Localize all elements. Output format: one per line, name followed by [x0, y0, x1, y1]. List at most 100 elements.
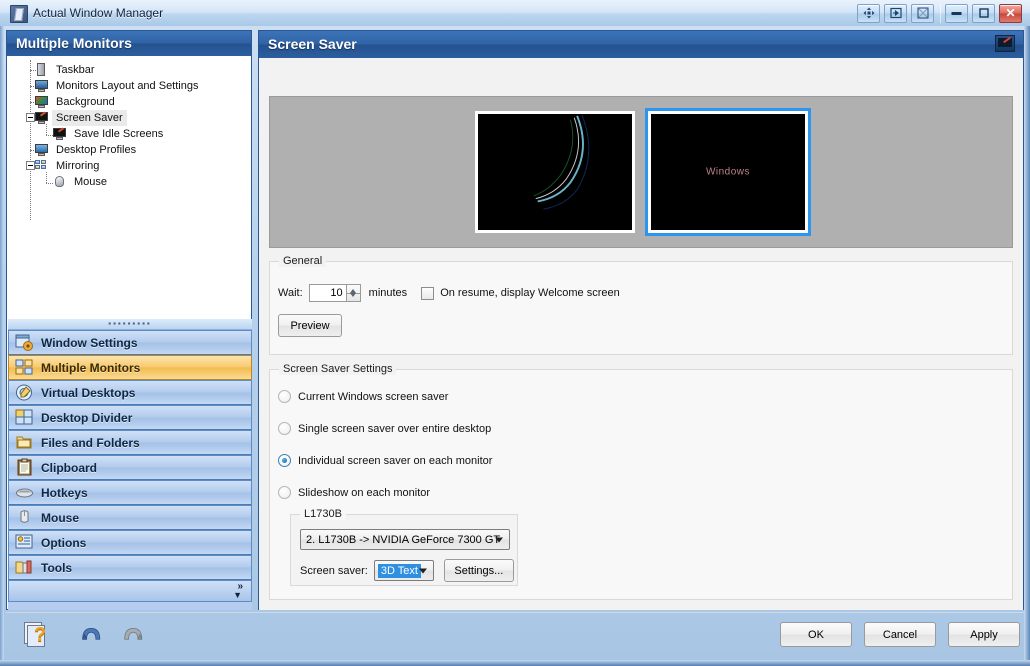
window-border-bottom: [0, 660, 1030, 666]
screen-saver-select-value: 3D Text: [377, 563, 421, 578]
ok-button[interactable]: OK: [780, 622, 852, 647]
radio-button[interactable]: [278, 486, 291, 499]
tree-item-monitors-layout[interactable]: Monitors Layout and Settings: [8, 78, 250, 94]
title-bar: Actual Window Manager ▬ ✕: [0, 0, 1030, 26]
taskbar-icon: [34, 62, 50, 78]
sidebar-item-multiple-monitors[interactable]: Multiple Monitors: [8, 355, 252, 380]
extra-caption-buttons: [857, 3, 941, 23]
tree-item-mirroring[interactable]: Mirroring: [8, 158, 250, 174]
radio-current-windows-screen-saver[interactable]: Current Windows screen saver: [278, 390, 448, 403]
options-icon: [15, 533, 34, 552]
tree-item-taskbar[interactable]: Taskbar: [8, 62, 250, 78]
window-settings-icon: [15, 333, 34, 352]
general-group: General Wait: minutes On resume, display…: [269, 255, 1013, 355]
nav-splitter-handle[interactable]: ▪▪▪▪▪▪▪▪▪: [8, 319, 252, 330]
sidebar-item-clipboard[interactable]: Clipboard: [8, 455, 252, 480]
window-title: Actual Window Manager: [33, 6, 164, 20]
dialog-buttons: OK Cancel Apply: [780, 622, 1020, 647]
settings-tree[interactable]: Taskbar Monitors Layout and Settings Bac…: [8, 57, 250, 318]
background-icon: [34, 94, 50, 110]
cancel-button[interactable]: Cancel: [864, 622, 936, 647]
desktop-profiles-icon: [34, 142, 50, 158]
close-button[interactable]: ✕: [999, 3, 1022, 23]
screensaver-icon: [52, 126, 68, 142]
welcome-screen-checkbox[interactable]: [421, 286, 435, 300]
chevron-down-icon: [418, 568, 427, 573]
radio-single-screen-saver[interactable]: Single screen saver over entire desktop: [278, 422, 491, 435]
sidebar-item-desktop-divider[interactable]: Desktop Divider: [8, 405, 252, 430]
undo-arrow-glyph: [82, 627, 101, 640]
sidebar-item-window-settings[interactable]: Window Settings: [8, 330, 252, 355]
monitors-preview-area[interactable]: Windows: [269, 96, 1013, 248]
move-to-monitor-button[interactable]: [857, 3, 880, 23]
ribbons-screensaver-graphic: [533, 114, 590, 210]
gripper-dots: ▪▪▪▪▪▪▪▪▪: [108, 319, 152, 328]
transparency-button[interactable]: [911, 3, 934, 23]
tree-item-mouse[interactable]: Mouse: [8, 172, 250, 190]
sidebar-item-label: Window Settings: [41, 335, 138, 350]
radio-individual-screen-saver[interactable]: Individual screen saver on each monitor: [278, 454, 492, 467]
undo-icon[interactable]: [78, 620, 106, 648]
tree-item-label: Monitors Layout and Settings: [56, 80, 199, 92]
desktop-divider-icon: [15, 408, 34, 427]
multiple-monitors-icon: [15, 358, 34, 377]
tree-item-background[interactable]: Background: [8, 94, 250, 110]
sidebar-item-files-and-folders[interactable]: Files and Folders: [8, 430, 252, 455]
monitor-select[interactable]: 2. L1730B -> NVIDIA GeForce 7300 GT: [300, 529, 510, 550]
minimize-button[interactable]: ▬: [945, 3, 968, 23]
tree-item-desktop-profiles[interactable]: Desktop Profiles: [8, 142, 250, 158]
apply-button[interactable]: Apply: [948, 622, 1020, 647]
monitor-select-value: 2. L1730B -> NVIDIA GeForce 7300 GT: [306, 533, 501, 546]
redo-icon[interactable]: [120, 620, 148, 648]
tools-icon: [15, 558, 34, 577]
minimize-icon: ▬: [951, 7, 962, 18]
monitor-settings-icon: [34, 78, 50, 94]
mirroring-icon: [34, 158, 50, 174]
content-header: Screen Saver: [259, 31, 1023, 58]
sidebar-item-virtual-desktops[interactable]: Virtual Desktops: [8, 380, 252, 405]
preview-button[interactable]: Preview: [278, 314, 342, 337]
sidebar-item-label: Hotkeys: [41, 485, 88, 500]
sidebar-item-options[interactable]: Options: [8, 530, 252, 555]
radio-slideshow-each-monitor[interactable]: Slideshow on each monitor: [278, 486, 430, 499]
virtual-desktops-icon: [15, 383, 34, 402]
sidebar-more-button[interactable]: » ▼: [8, 580, 252, 602]
screen-saver-select[interactable]: 3D Text: [373, 560, 434, 581]
sidebar-item-tools[interactable]: Tools: [8, 555, 252, 580]
tree-item-label: Screen Saver: [52, 110, 127, 126]
monitor-1-preview[interactable]: [475, 111, 635, 233]
clipboard-icon: [15, 458, 34, 477]
help-icon[interactable]: ?: [22, 620, 50, 648]
tree-item-label: Mirroring: [56, 160, 100, 172]
content-body: Windows General Wait: minutes On resume,…: [259, 59, 1023, 610]
radio-label: Single screen saver over entire desktop: [298, 422, 492, 435]
tree-item-screen-saver[interactable]: Screen Saver: [8, 110, 250, 126]
radio-button[interactable]: [278, 390, 291, 403]
monitor-2-preview[interactable]: Windows: [645, 108, 811, 236]
radio-label: Individual screen saver on each monitor: [298, 454, 493, 467]
hotkeys-icon: [15, 483, 34, 502]
screen-saver-settings-caption: Screen Saver Settings: [279, 363, 397, 375]
radio-button[interactable]: [278, 422, 291, 435]
sidebar-item-label: Mouse: [41, 510, 80, 525]
tree-item-save-idle-screens[interactable]: Save Idle Screens: [8, 124, 250, 142]
radio-button[interactable]: [278, 454, 291, 467]
roll-up-button[interactable]: [884, 3, 907, 23]
screen-saver-settings-button[interactable]: Settings...: [443, 559, 514, 582]
minutes-label: minutes: [368, 287, 408, 299]
sidebar-item-label: Desktop Divider: [41, 410, 133, 425]
sidebar-item-hotkeys[interactable]: Hotkeys: [8, 480, 252, 505]
tree-item-label: Taskbar: [56, 64, 95, 76]
screensaver-icon: [34, 110, 50, 126]
caption-button-group: ▬ ✕: [857, 3, 1022, 23]
wait-input[interactable]: [308, 284, 347, 302]
maximize-button[interactable]: [972, 3, 995, 23]
sidebar-item-mouse[interactable]: Mouse: [8, 505, 252, 530]
wait-label: Wait:: [278, 287, 303, 299]
welcome-screen-label: On resume, display Welcome screen: [440, 287, 620, 299]
mouse-icon: [52, 174, 68, 190]
tree-item-label: Desktop Profiles: [56, 144, 137, 156]
sidebar-item-label: Clipboard: [41, 460, 97, 475]
sidebar-item-label: Options: [41, 535, 87, 550]
wait-spinner[interactable]: [346, 284, 361, 302]
